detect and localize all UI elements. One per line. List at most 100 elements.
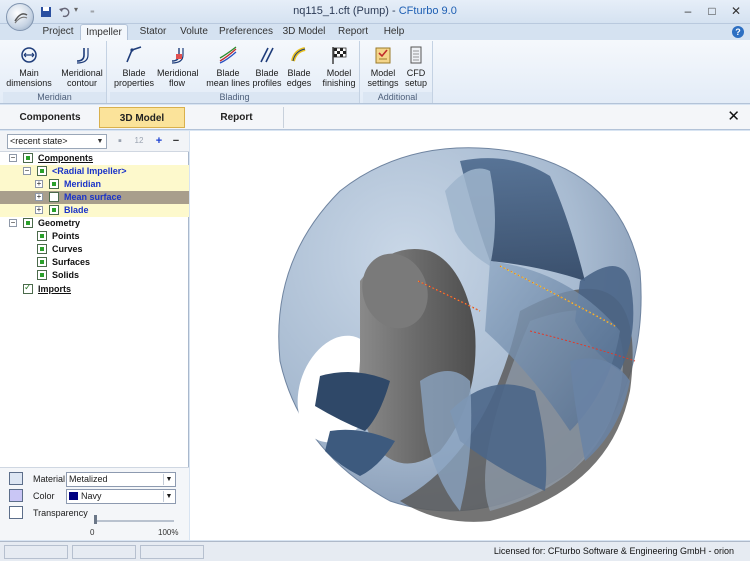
- blade-mean-lines-button[interactable]: Blade mean lines: [206, 43, 250, 91]
- expand-icon[interactable]: +: [35, 180, 43, 188]
- meridional-contour-button[interactable]: Meridional contour: [59, 43, 105, 91]
- blade-mean-lines-label: Blade mean lines: [206, 68, 250, 88]
- model-finishing-label: Model finishing: [322, 68, 356, 88]
- tab-volute[interactable]: Volute: [177, 24, 211, 40]
- minimize-button[interactable]: –: [678, 3, 698, 19]
- transparency-slider-thumb[interactable]: [94, 515, 97, 524]
- chevron-down-icon: ▼: [163, 491, 174, 502]
- tab-project[interactable]: Project: [40, 24, 76, 40]
- material-select[interactable]: Metalized ▼: [66, 472, 176, 487]
- model-settings-button[interactable]: Model settings: [365, 43, 401, 91]
- visibility-checkbox[interactable]: [23, 282, 33, 294]
- transparency-min-label: 0: [90, 528, 95, 537]
- tree-item-surfaces[interactable]: Surfaces: [0, 256, 189, 269]
- tab-report[interactable]: Report: [336, 24, 370, 40]
- model-settings-icon: [375, 47, 391, 64]
- blade-edges-button[interactable]: Blade edges: [284, 43, 314, 91]
- numbering-icon[interactable]: 12: [131, 135, 147, 147]
- tree-item-label: Surfaces: [52, 257, 91, 267]
- ribbon-group-label: Blading: [110, 92, 359, 103]
- blade-profiles-icon: [260, 47, 274, 63]
- material-value: Metalized: [69, 474, 108, 484]
- transparency-cube-icon[interactable]: [9, 506, 23, 519]
- tree-item-label: Points: [52, 231, 80, 241]
- status-bar: Licensed for: CFturbo Software & Enginee…: [0, 541, 750, 561]
- add-icon[interactable]: +: [153, 135, 165, 147]
- visibility-checkbox[interactable]: [37, 270, 47, 280]
- tree-item-curves[interactable]: Curves: [0, 243, 189, 256]
- visibility-checkbox[interactable]: [37, 257, 47, 267]
- visibility-checkbox[interactable]: [49, 192, 59, 202]
- tab-help[interactable]: Help: [380, 24, 408, 40]
- meridional-flow-label: Meridional flow: [157, 68, 199, 88]
- tab-stator[interactable]: Stator: [136, 24, 170, 40]
- tab-3d-model[interactable]: 3D Model: [282, 24, 326, 40]
- tree-item-radial-impeller[interactable]: − <Radial Impeller>: [0, 165, 189, 178]
- tree-item-components[interactable]: − Components: [0, 152, 189, 165]
- ribbon-group-additional: Model settings CFD setup Additional: [363, 41, 433, 103]
- meridional-flow-button[interactable]: Meridional flow: [157, 43, 199, 91]
- blade-edges-icon: [291, 47, 306, 62]
- color-select[interactable]: Navy ▼: [66, 489, 176, 504]
- tree-item-blade[interactable]: + Blade: [0, 204, 189, 217]
- expand-icon[interactable]: +: [35, 193, 43, 201]
- tab-report-view[interactable]: Report: [190, 107, 284, 128]
- tree-item-meridian[interactable]: + Meridian: [0, 178, 189, 191]
- save-state-icon[interactable]: ▪: [114, 135, 126, 147]
- material-label: Material: [33, 474, 66, 484]
- ribbon-group-blading: Blade properties Meridional flow Blade m…: [110, 41, 360, 103]
- material-cube-icon[interactable]: [9, 472, 23, 485]
- close-view-icon[interactable]: ✕: [727, 108, 740, 126]
- 3d-viewport[interactable]: [190, 131, 750, 540]
- blade-properties-button[interactable]: Blade properties: [112, 43, 156, 91]
- visibility-checkbox[interactable]: [37, 244, 47, 254]
- expand-icon[interactable]: +: [35, 206, 43, 214]
- visibility-checkbox[interactable]: [23, 153, 33, 163]
- app-menu-button[interactable]: [6, 3, 34, 31]
- tree-item-points[interactable]: Points: [0, 230, 189, 243]
- visibility-checkbox[interactable]: [49, 179, 59, 189]
- meridional-contour-label: Meridional contour: [61, 68, 103, 88]
- status-panel: [140, 545, 204, 559]
- visibility-checkbox[interactable]: [23, 218, 33, 228]
- remove-icon[interactable]: −: [170, 135, 182, 147]
- tree-item-geometry[interactable]: − Geometry: [0, 217, 189, 230]
- maximize-button[interactable]: □: [702, 3, 722, 19]
- tab-3d-model-view[interactable]: 3D Model: [99, 107, 185, 128]
- collapse-icon[interactable]: −: [9, 154, 17, 162]
- model-settings-label: Model settings: [367, 68, 399, 88]
- help-icon[interactable]: ?: [732, 26, 744, 38]
- close-window-button[interactable]: ✕: [726, 3, 746, 19]
- tab-components[interactable]: Components: [6, 107, 94, 128]
- visibility-checkbox[interactable]: [37, 231, 47, 241]
- main-dimensions-label: Main dimensions: [6, 68, 52, 88]
- recent-state-select[interactable]: <recent state> ▼: [7, 134, 107, 149]
- cfturbo-logo-icon: [14, 13, 28, 24]
- blade-profiles-button[interactable]: Blade profiles: [250, 43, 284, 91]
- ribbon-group-label: Meridian: [3, 92, 106, 103]
- model-finishing-button[interactable]: Model finishing: [320, 43, 358, 91]
- tree-item-label: Components: [38, 153, 93, 163]
- visibility-checkbox[interactable]: [49, 205, 59, 215]
- collapse-icon[interactable]: −: [9, 219, 17, 227]
- tab-impeller[interactable]: Impeller: [80, 24, 128, 40]
- main-dimensions-button[interactable]: Main dimensions: [5, 43, 53, 91]
- tree-item-mean-surface[interactable]: + Mean surface: [0, 191, 189, 204]
- status-panel: [4, 545, 68, 559]
- tree-item-label: <Radial Impeller>: [52, 166, 127, 176]
- component-tree: − Components − <Radial Impeller> + Merid…: [0, 152, 189, 452]
- tree-item-imports[interactable]: Imports: [0, 282, 189, 296]
- checkered-flag-icon: [332, 47, 347, 64]
- tree-item-label: Imports: [38, 284, 72, 294]
- collapse-icon[interactable]: −: [23, 167, 31, 175]
- tree-item-solids[interactable]: Solids: [0, 269, 189, 282]
- transparency-slider-track[interactable]: [94, 520, 174, 522]
- tab-preferences[interactable]: Preferences: [219, 24, 273, 40]
- color-cube-icon[interactable]: [9, 489, 23, 502]
- cfd-setup-label: CFD setup: [404, 68, 428, 88]
- cfd-setup-button[interactable]: CFD setup: [401, 43, 431, 91]
- visibility-checkbox[interactable]: [37, 166, 47, 176]
- window-title: nq115_1.cft (Pump) - CFturbo 9.0: [0, 5, 750, 17]
- display-properties: Material Metalized ▼ Color Navy ▼ Transp…: [0, 467, 189, 540]
- tree-item-label: Mean surface: [64, 192, 122, 202]
